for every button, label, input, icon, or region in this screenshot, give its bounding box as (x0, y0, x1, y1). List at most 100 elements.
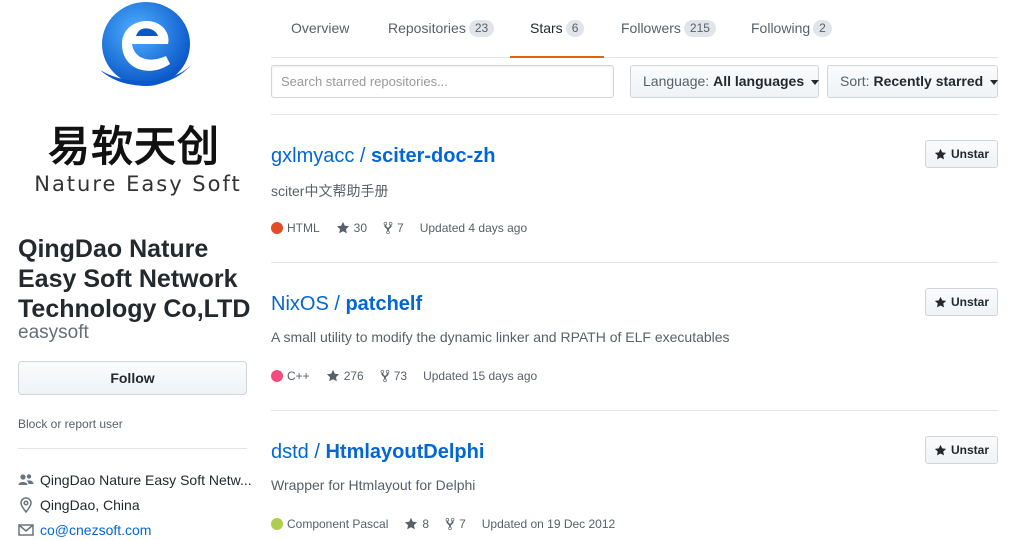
logo-e-icon (100, 2, 194, 86)
profile-tabs: Overview Repositories 23 Stars 6 Followers… (271, 0, 998, 58)
vcard-location: QingDao, China (18, 497, 258, 513)
tab-repositories[interactable]: Repositories 23 (368, 0, 514, 58)
github-profile-page: 易软天创 Nature Easy Soft QingDao Nature Eas… (0, 0, 1017, 540)
sidebar-divider (18, 448, 247, 449)
repo-updated: Updated on 19 Dec 2012 (481, 517, 616, 531)
tab-overview[interactable]: Overview (271, 0, 369, 58)
repo-stars-link[interactable]: 276 (326, 369, 364, 383)
repo-forks-link[interactable]: 7 (383, 221, 404, 235)
star-icon (326, 369, 339, 382)
repo-description: Wrapper for Htmlayout for Delphi (271, 477, 476, 493)
tab-stars[interactable]: Stars 6 (510, 0, 605, 58)
repo-forks-count: 7 (459, 517, 466, 531)
repo-name: HtmlayoutDelphi (325, 441, 485, 463)
repo-language: Component Pascal (271, 517, 388, 531)
language-color-dot (271, 518, 283, 530)
repo-language-label: HTML (287, 221, 320, 235)
tab-label: Repositories (388, 20, 466, 36)
language-select-prefix: Language: (643, 73, 710, 89)
language-color-dot (271, 222, 283, 234)
tab-count: 6 (565, 20, 585, 37)
fork-icon (445, 517, 455, 531)
location-text: QingDao, China (40, 497, 140, 513)
repo-stars-link[interactable]: 30 (336, 221, 367, 235)
repo-description: sciter中文帮助手册 (271, 183, 389, 199)
repo-separator: / (308, 441, 326, 463)
logo-chinese-text: 易软天创 (47, 122, 220, 171)
star-icon (405, 517, 418, 530)
repo-stars-count: 276 (343, 369, 364, 383)
sort-select-prefix: Sort: (840, 73, 870, 89)
repo-stars-count: 8 (422, 517, 430, 531)
vcard-email: co@cnezsoft.com (18, 522, 258, 538)
sort-select[interactable]: Sort: Recently starred (827, 65, 999, 98)
people-icon (18, 474, 34, 485)
unstar-label: Unstar (950, 443, 989, 457)
starred-repo-item: gxlmyacc / sciter-doc-zh sciter中文帮助手册 HT… (271, 115, 998, 263)
language-select-value: All languages (713, 73, 805, 89)
star-icon (934, 148, 947, 159)
tab-followers[interactable]: Followers 215 (601, 0, 736, 58)
vcard-company: QingDao Nature Easy Soft Netw... (18, 472, 258, 488)
location-pin-icon (20, 497, 32, 513)
repo-separator: / (354, 145, 372, 167)
fork-icon (380, 369, 390, 383)
language-select[interactable]: Language: All languages (630, 65, 819, 98)
starred-repo-item: NixOS / patchelf A small utility to modi… (271, 263, 998, 411)
star-icon (336, 221, 349, 234)
repo-meta: Component Pascal 8 7 Updated on 19 Dec 2… (271, 517, 631, 531)
caret-down-icon (811, 79, 819, 85)
repo-title-link[interactable]: NixOS / patchelf (271, 293, 422, 316)
tab-label: Overview (291, 20, 350, 36)
repo-owner: gxlmyacc (271, 145, 355, 167)
tab-count: 23 (468, 20, 495, 37)
repo-language-label: Component Pascal (287, 517, 389, 531)
repo-forks-link[interactable]: 73 (380, 369, 407, 383)
star-icon (934, 444, 947, 455)
search-starred-input[interactable]: Search starred repositories... (271, 65, 614, 98)
tab-count: 215 (683, 20, 716, 37)
org-avatar: 易软天创 Nature Easy Soft (18, 0, 247, 215)
repo-updated: Updated 15 days ago (423, 369, 538, 383)
mail-icon (18, 524, 34, 536)
tab-following[interactable]: Following 2 (731, 0, 852, 58)
profile-sidebar: 易软天创 Nature Easy Soft QingDao Nature Eas… (18, 0, 252, 538)
repo-owner: dstd (271, 441, 309, 463)
fork-icon (383, 221, 393, 235)
repo-stars-link[interactable]: 8 (404, 517, 429, 531)
company-text: QingDao Nature Easy Soft Netw... (40, 472, 252, 488)
tab-count: 2 (813, 20, 832, 37)
unstar-button[interactable]: Unstar (925, 140, 998, 168)
language-color-dot (271, 370, 283, 382)
repo-language-label: C++ (287, 369, 310, 383)
unstar-button[interactable]: Unstar (925, 436, 998, 464)
unstar-button[interactable]: Unstar (925, 288, 998, 316)
repo-forks-count: 7 (397, 221, 404, 235)
tab-label: Stars (530, 20, 563, 36)
sort-select-value: Recently starred (873, 73, 984, 89)
repo-separator: / (328, 293, 346, 315)
starred-repo-item: dstd / HtmlayoutDelphi Wrapper for Htmla… (271, 411, 998, 540)
repo-title-link[interactable]: gxlmyacc / sciter-doc-zh (271, 145, 496, 168)
tab-label: Following (751, 20, 811, 36)
star-icon (934, 296, 947, 307)
email-link[interactable]: co@cnezsoft.com (40, 522, 151, 538)
repo-name: patchelf (345, 293, 423, 315)
repo-forks-count: 73 (393, 369, 408, 383)
unstar-label: Unstar (950, 147, 989, 161)
logo-english-text: Nature Easy Soft (34, 172, 242, 196)
tab-label: Followers (621, 20, 681, 36)
profile-name: QingDao Nature Easy Soft Network Technol… (18, 235, 251, 323)
repo-name: sciter-doc-zh (371, 145, 496, 167)
follow-button[interactable]: Follow (18, 361, 247, 395)
repo-title-link[interactable]: dstd / HtmlayoutDelphi (271, 441, 484, 464)
repo-meta: C++ 276 73 Updated 15 days ago (271, 369, 553, 383)
caret-down-icon (990, 79, 999, 85)
repo-description: A small utility to modify the dynamic li… (271, 329, 730, 345)
unstar-label: Unstar (950, 295, 989, 309)
repo-language: C++ (271, 369, 310, 383)
repo-owner: NixOS (271, 293, 329, 315)
repo-updated: Updated 4 days ago (419, 221, 528, 235)
block-report-link[interactable]: Block or report user (18, 417, 123, 431)
repo-forks-link[interactable]: 7 (445, 517, 466, 531)
